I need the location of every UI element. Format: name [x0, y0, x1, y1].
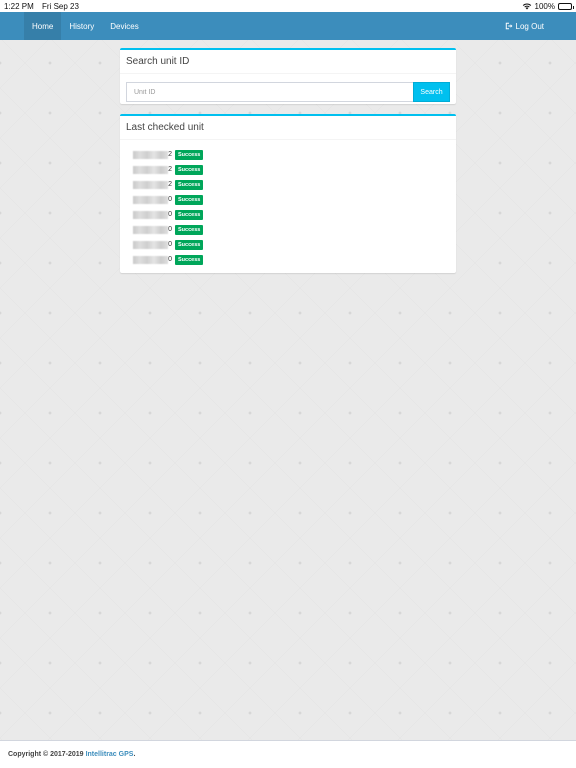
- unit-id-redacted: 2: [133, 150, 173, 160]
- list-item: 0 Success: [133, 222, 456, 237]
- unit-id-redacted: 0: [133, 255, 173, 265]
- status-badge: Success: [175, 255, 204, 266]
- status-right: 100%: [522, 1, 574, 11]
- list-item: 2 Success: [133, 177, 456, 192]
- status-badge: Success: [175, 164, 204, 175]
- footer-suffix: .: [133, 751, 136, 758]
- page-footer: Copyright © 2017-2019 Intellitrac GPS .: [0, 740, 576, 768]
- status-badge: Success: [175, 194, 204, 205]
- search-button[interactable]: Search: [413, 82, 450, 102]
- status-badge: Success: [175, 149, 204, 160]
- status-left: 1:22 PM Fri Sep 23: [4, 2, 85, 11]
- wifi-icon: [522, 3, 531, 10]
- last-checked-box: Last checked unit 2 Success 2 Success 2 …: [120, 114, 456, 273]
- search-row: Search: [126, 82, 450, 102]
- list-item: 0 Success: [133, 253, 456, 268]
- nav-item-devices[interactable]: Devices: [102, 12, 146, 40]
- unit-list: 2 Success 2 Success 2 Success 0 Success …: [120, 140, 456, 268]
- unit-id-redacted: 0: [133, 195, 173, 205]
- ios-status-bar: 1:22 PM Fri Sep 23 100%: [0, 0, 576, 12]
- footer-copyright: Copyright © 2017-2019: [8, 751, 84, 758]
- status-time: 1:22 PM: [4, 1, 34, 11]
- status-badge: Success: [175, 179, 204, 190]
- unit-id-redacted: 2: [133, 165, 173, 175]
- status-badge: Success: [175, 240, 204, 251]
- search-box-title: Search unit ID: [120, 50, 456, 74]
- top-navbar: Home History Devices Log Out: [0, 12, 576, 40]
- list-item: 0 Success: [133, 207, 456, 222]
- nav-item-home[interactable]: Home: [24, 12, 62, 40]
- search-unit-box: Search unit ID Search: [120, 48, 456, 104]
- logout-label: Log Out: [515, 21, 544, 31]
- battery-icon: [558, 2, 574, 10]
- unit-id-redacted: 0: [133, 225, 173, 235]
- last-checked-title: Last checked unit: [120, 116, 456, 140]
- list-item: 0 Success: [133, 238, 456, 253]
- logout-button[interactable]: Log Out: [505, 22, 544, 31]
- list-item: 0 Success: [133, 192, 456, 207]
- unit-id-redacted: 0: [133, 240, 173, 250]
- nav-right: Log Out: [505, 12, 576, 40]
- footer-brand-link[interactable]: Intellitrac GPS: [86, 751, 134, 758]
- nav-item-history[interactable]: History: [61, 12, 102, 40]
- unit-id-redacted: 2: [133, 180, 173, 190]
- unit-id-redacted: 0: [133, 210, 173, 220]
- battery-percent: 100%: [534, 1, 555, 11]
- unit-id-input[interactable]: [126, 82, 413, 102]
- status-badge: Success: [175, 209, 204, 220]
- list-item: 2 Success: [133, 162, 456, 177]
- list-item: 2 Success: [133, 147, 456, 162]
- status-badge: Success: [175, 225, 204, 236]
- sign-out-icon: [505, 22, 512, 30]
- status-date: Fri Sep 23: [42, 1, 79, 11]
